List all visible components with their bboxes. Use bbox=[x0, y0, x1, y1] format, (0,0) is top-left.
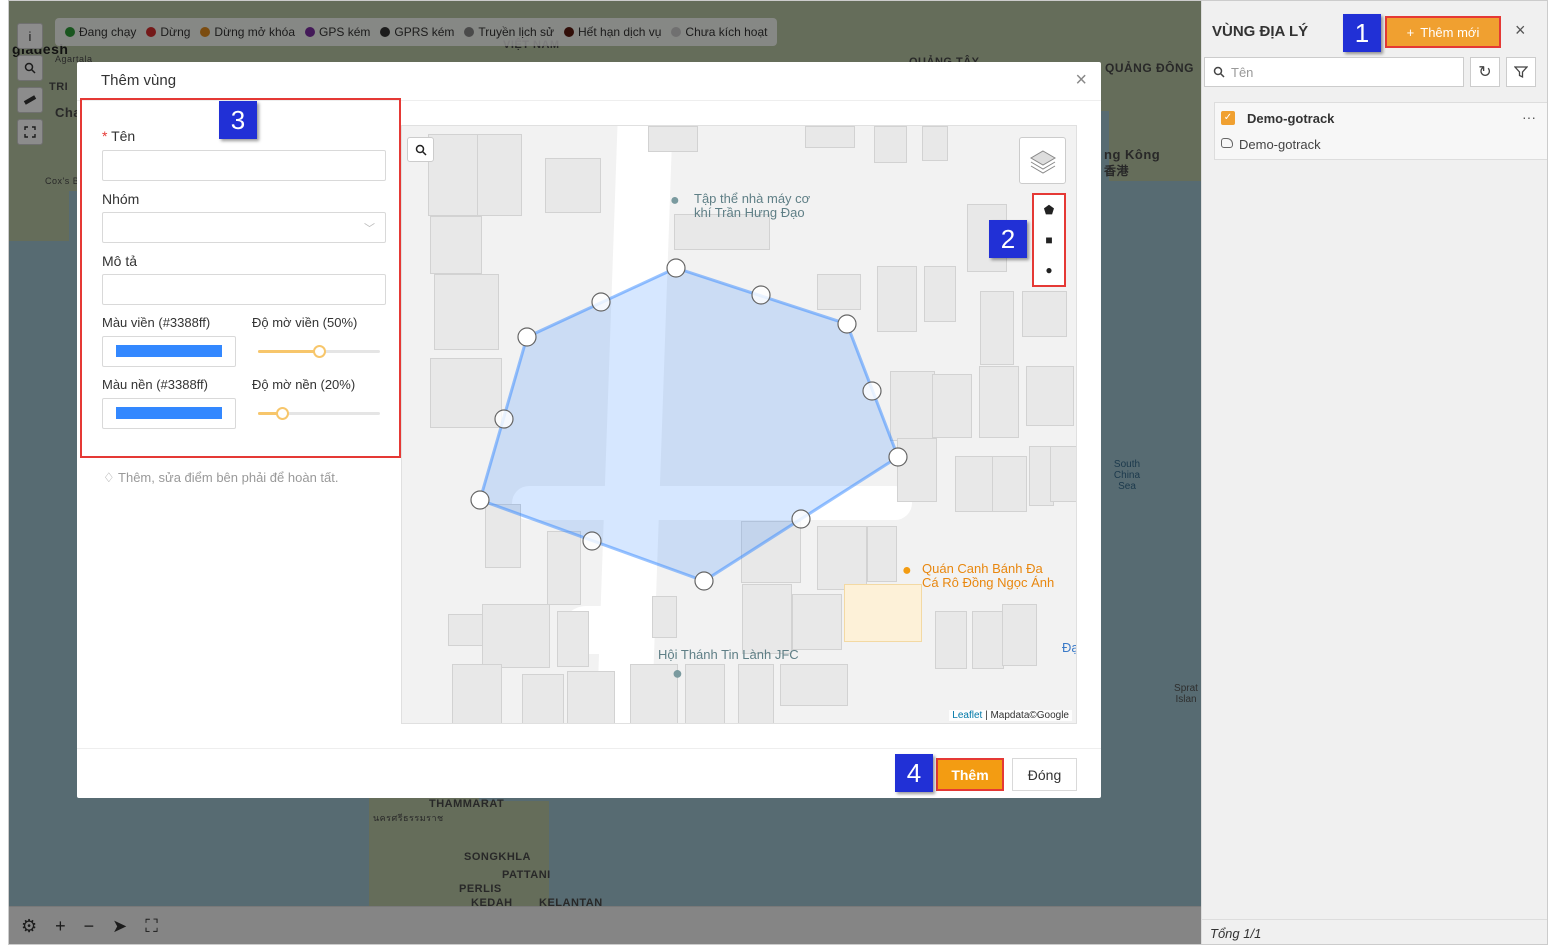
group-select[interactable]: ﹀ bbox=[102, 212, 386, 243]
poi-restaurant-line2: Cá Rô Đồng Ngọc Ánh bbox=[922, 575, 1055, 590]
group-checkbox[interactable]: ✓ bbox=[1221, 111, 1235, 125]
poi-factory-line2: khí Trần Hưng Đạo bbox=[694, 205, 805, 220]
lightbulb-icon: ♢ bbox=[103, 470, 119, 485]
name-label: * Tên bbox=[102, 128, 136, 144]
total-count: Tổng 1/1 bbox=[1210, 925, 1262, 941]
border-opacity-label: Độ mờ viền (50%) bbox=[252, 315, 358, 330]
draw-polygon-button[interactable]: ⬟ bbox=[1034, 195, 1064, 225]
zone-group-card[interactable]: ✓ Demo-gotrack ··· Demo-gotrack bbox=[1214, 102, 1547, 160]
callout-badge-3: 3 bbox=[219, 101, 257, 139]
fill-opacity-slider[interactable] bbox=[258, 406, 380, 422]
submit-add-button[interactable]: Thêm bbox=[936, 758, 1004, 791]
refresh-button[interactable]: ↻ bbox=[1470, 57, 1500, 87]
callout-badge-4: 4 bbox=[895, 754, 933, 792]
description-input[interactable] bbox=[102, 274, 386, 305]
search-icon bbox=[1213, 66, 1225, 78]
draw-rectangle-button[interactable]: ■ bbox=[1034, 225, 1064, 255]
zone-name[interactable]: Demo-gotrack bbox=[1239, 137, 1321, 152]
panel-title: VÙNG ĐỊA LÝ bbox=[1212, 23, 1309, 40]
modal-close-icon[interactable]: × bbox=[1075, 69, 1087, 92]
poi-factory-line1: Tập thể nhà máy cơ bbox=[694, 191, 811, 206]
midpoint-handle bbox=[751, 285, 771, 305]
church-pin-icon: ● bbox=[672, 663, 683, 683]
zone-search-input[interactable]: Tên bbox=[1204, 57, 1464, 87]
midpoint-handle bbox=[494, 409, 514, 429]
poi-church-label: Hội Thánh Tin Lành JFC bbox=[658, 647, 799, 662]
filter-icon bbox=[1514, 66, 1528, 79]
midpoint-handle bbox=[582, 531, 602, 551]
border-color-picker[interactable] bbox=[102, 336, 236, 367]
map-edge-label: Đạ bbox=[1062, 640, 1077, 655]
polygon-zone-icon bbox=[1221, 138, 1233, 148]
slider-handle[interactable] bbox=[313, 345, 326, 358]
layers-button[interactable] bbox=[1019, 137, 1066, 184]
panel-footer: Tổng 1/1 bbox=[1202, 919, 1547, 944]
more-options-icon[interactable]: ··· bbox=[1522, 109, 1536, 125]
leaflet-link[interactable]: Leaflet bbox=[952, 710, 982, 721]
vertex-handle bbox=[470, 490, 490, 510]
vertex-handle bbox=[694, 571, 714, 591]
border-opacity-slider[interactable] bbox=[258, 344, 380, 360]
border-color-label: Màu viền (#3388ff) bbox=[102, 315, 211, 330]
callout-badge-1: 1 bbox=[1343, 14, 1381, 52]
modal-footer-divider bbox=[77, 748, 1101, 749]
add-new-zone-button[interactable]: + Thêm mới bbox=[1385, 16, 1501, 48]
square-icon: ■ bbox=[1045, 233, 1053, 247]
add-new-label: Thêm mới bbox=[1420, 24, 1480, 40]
plus-icon: + bbox=[1406, 24, 1415, 40]
zone-form: * Tên Nhóm ﹀ Mô tả Màu viền (#3388ff) Độ… bbox=[80, 98, 401, 458]
hint-text: ♢ Thêm, sửa điểm bên phải để hoàn tất. bbox=[103, 470, 339, 485]
geo-zone-panel: VÙNG ĐỊA LÝ ✓ Demo-gotrack ··· Demo-gotr… bbox=[1201, 1, 1547, 944]
poi-restaurant-line1: Quán Canh Bánh Đa bbox=[922, 561, 1043, 576]
description-label: Mô tả bbox=[102, 253, 138, 269]
filter-button[interactable] bbox=[1506, 57, 1536, 87]
search-placeholder: Tên bbox=[1231, 64, 1254, 80]
slider-fill bbox=[258, 350, 319, 353]
poi-church[interactable]: Hội Thánh Tin Lành JFC ● bbox=[658, 647, 799, 683]
midpoint-handle bbox=[591, 292, 611, 312]
slider-handle[interactable] bbox=[276, 407, 290, 420]
add-zone-modal: Thêm vùng × * Tên Nhóm ﹀ Mô tả Màu viền … bbox=[77, 62, 1101, 798]
vertex-handle bbox=[837, 314, 857, 334]
pentagon-icon: ⬟ bbox=[1043, 203, 1055, 217]
close-modal-button[interactable]: Đóng bbox=[1012, 758, 1077, 791]
map-search-button[interactable] bbox=[407, 137, 434, 162]
refresh-icon: ↻ bbox=[1478, 64, 1492, 81]
fill-color-swatch bbox=[116, 407, 222, 419]
fill-color-picker[interactable] bbox=[102, 398, 236, 429]
name-input[interactable] bbox=[102, 150, 386, 181]
panel-close-icon[interactable]: × bbox=[1515, 20, 1526, 41]
location-pin-icon: ● bbox=[670, 192, 680, 209]
chevron-down-icon: ﹀ bbox=[364, 223, 375, 235]
fill-opacity-label: Độ mờ nền (20%) bbox=[252, 377, 356, 392]
modal-title: Thêm vùng bbox=[101, 72, 177, 89]
zone-drawing-map[interactable]: ● Tập thể nhà máy cơ khí Trần Hưng Đạo ●… bbox=[401, 125, 1077, 724]
restaurant-pin-icon: ● bbox=[902, 562, 912, 579]
map-attribution: Leaflet | Mapdata©Google bbox=[949, 710, 1072, 721]
vertex-handle bbox=[666, 258, 686, 278]
fill-color-label: Màu nền (#3388ff) bbox=[102, 377, 208, 392]
group-label: Nhóm bbox=[102, 191, 140, 207]
draw-circle-button[interactable]: ● bbox=[1034, 255, 1064, 285]
border-color-swatch bbox=[116, 345, 222, 357]
vertex-handle bbox=[517, 327, 537, 347]
midpoint-handle bbox=[862, 381, 882, 401]
draw-tools: ⬟ ■ ● bbox=[1032, 193, 1066, 287]
circle-icon: ● bbox=[1045, 263, 1053, 277]
attribution-text: | Mapdata©Google bbox=[982, 710, 1069, 721]
layers-icon bbox=[1029, 149, 1056, 174]
group-name: Demo-gotrack bbox=[1247, 111, 1335, 126]
search-icon bbox=[415, 144, 427, 156]
callout-badge-2: 2 bbox=[989, 220, 1027, 258]
vertex-handle bbox=[888, 447, 908, 467]
midpoint-handle bbox=[791, 509, 811, 529]
zone-polygon[interactable] bbox=[478, 266, 900, 583]
